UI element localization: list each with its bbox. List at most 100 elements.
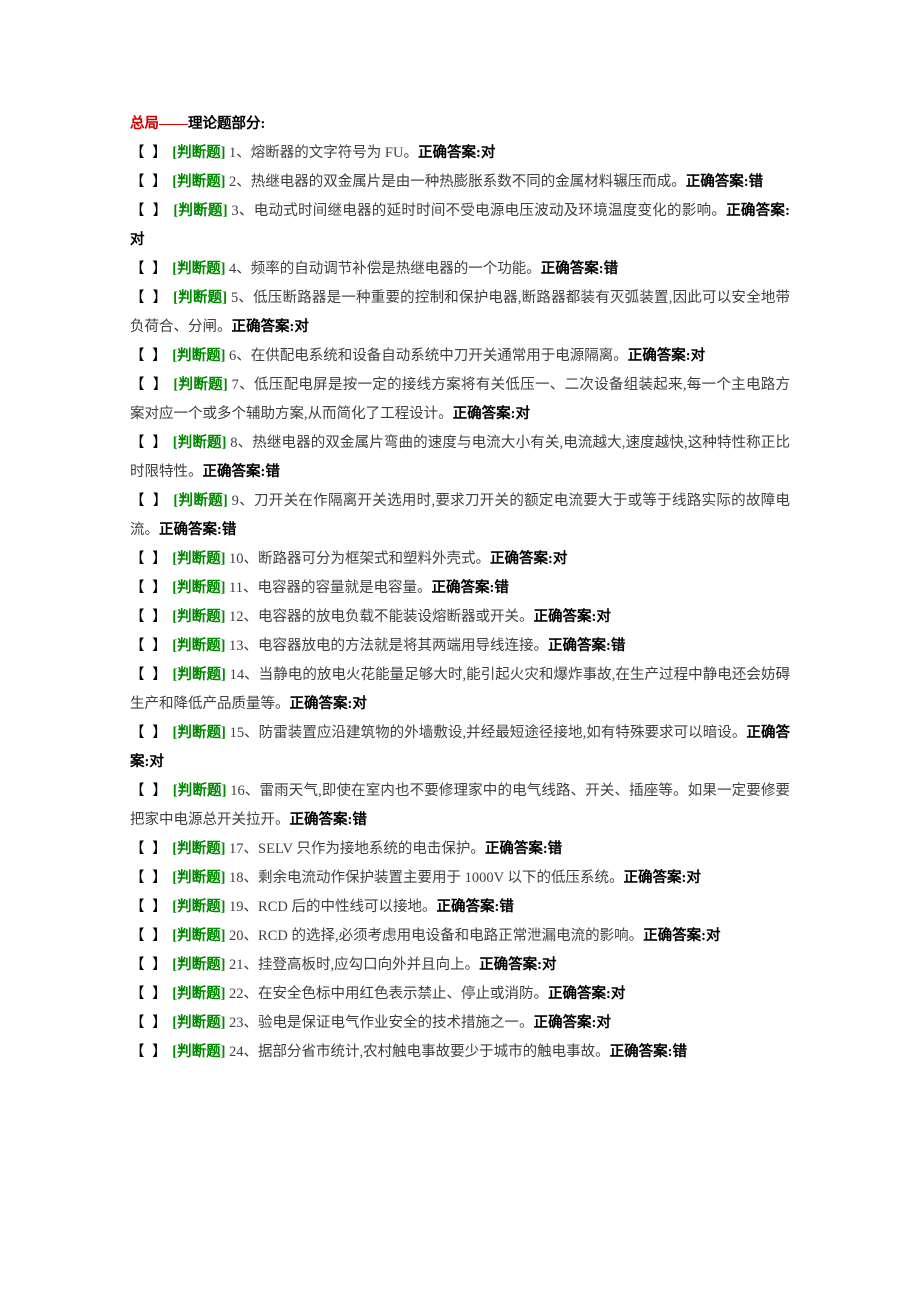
answer-bracket: 【 】: [130, 377, 170, 393]
question-item: 【 】 [判断题] 5、低压断路器是一种重要的控制和保护电器,断路器都装有灭弧装…: [130, 284, 790, 342]
answer-label: 正确答案:: [479, 957, 542, 973]
question-type-tag: [判断题]: [173, 377, 227, 393]
answer-bracket: 【 】: [130, 203, 169, 219]
answer-value: 对: [149, 754, 164, 770]
question-type-tag: [判断题]: [172, 348, 225, 364]
answer-bracket: 【 】: [130, 348, 169, 364]
answer-bracket: 【 】: [130, 493, 170, 509]
question-text: 18、剩余电流动作保护装置主要用于 1000V 以下的低压系统。: [229, 870, 623, 886]
answer-bracket: 【 】: [130, 667, 169, 683]
answer-label: 正确答案:: [490, 551, 553, 567]
question-item: 【 】 [判断题] 1、熔断器的文字符号为 FU。正确答案:对: [130, 139, 790, 168]
answer-bracket: 【 】: [130, 638, 169, 654]
question-type-tag: [判断题]: [172, 1044, 225, 1060]
question-item: 【 】 [判断题] 24、据部分省市统计,农村触电事故要少于城市的触电事故。正确…: [130, 1038, 790, 1067]
question-type-tag: [判断题]: [172, 841, 225, 857]
answer-value: 错: [548, 841, 563, 857]
answer-value: 错: [494, 580, 509, 596]
answer-value: 错: [222, 522, 237, 538]
question-type-tag: [判断题]: [172, 667, 225, 683]
answer-bracket: 【 】: [130, 928, 169, 944]
answer-label: 正确答案:: [232, 319, 295, 335]
question-type-tag: [判断题]: [172, 580, 225, 596]
question-item: 【 】 [判断题] 22、在安全色标中用红色表示禁止、停止或消防。正确答案:对: [130, 980, 790, 1009]
answer-label: 正确答案:: [290, 696, 353, 712]
question-item: 【 】 [判断题] 21、挂登高板时,应勾口向外并且向上。正确答案:对: [130, 951, 790, 980]
answer-bracket: 【 】: [130, 957, 169, 973]
question-list: 【 】 [判断题] 1、熔断器的文字符号为 FU。正确答案:对【 】 [判断题]…: [130, 139, 790, 1067]
question-text: 4、频率的自动调节补偿是热继电器的一个功能。: [229, 261, 541, 277]
answer-label: 正确答案:: [453, 406, 516, 422]
question-text: 21、挂登高板时,应勾口向外并且向上。: [229, 957, 479, 973]
question-text: 22、在安全色标中用红色表示禁止、停止或消防。: [229, 986, 548, 1002]
answer-value: 对: [691, 348, 706, 364]
question-text: 2、热继电器的双金属片是由一种热膨胀系数不同的金属材料辗压而成。: [229, 174, 686, 190]
question-text: 19、RCD 后的中性线可以接地。: [229, 899, 436, 915]
question-item: 【 】 [判断题] 15、防雷装置应沿建筑物的外墙敷设,并经最短途径接地,如有特…: [130, 719, 790, 777]
answer-label: 正确答案:: [432, 580, 495, 596]
answer-value: 错: [265, 464, 280, 480]
answer-value: 对: [596, 609, 611, 625]
answer-value: 错: [499, 899, 514, 915]
question-item: 【 】 [判断题] 13、电容器放电的方法就是将其两端用导线连接。正确答案:错: [130, 632, 790, 661]
question-type-tag: [判断题]: [172, 725, 225, 741]
answer-value: 对: [294, 319, 309, 335]
answer-bracket: 【 】: [130, 1015, 169, 1031]
answer-bracket: 【 】: [130, 986, 169, 1002]
answer-label: 正确答案:: [485, 841, 548, 857]
question-type-tag: [判断题]: [172, 174, 225, 190]
question-type-tag: [判断题]: [173, 203, 227, 219]
answer-bracket: 【 】: [130, 725, 169, 741]
answer-label: 正确答案:: [203, 464, 266, 480]
section-title: 总局——理论题部分:: [130, 110, 790, 139]
question-item: 【 】 [判断题] 12、电容器的放电负载不能装设熔断器或开关。正确答案:对: [130, 603, 790, 632]
question-text: 24、据部分省市统计,农村触电事故要少于城市的触电事故。: [229, 1044, 610, 1060]
question-type-tag: [判断题]: [172, 899, 225, 915]
question-type-tag: [判断题]: [172, 609, 225, 625]
answer-bracket: 【 】: [130, 609, 169, 625]
question-item: 【 】 [判断题] 17、SELV 只作为接地系统的电击保护。正确答案:错: [130, 835, 790, 864]
question-item: 【 】 [判断题] 19、RCD 后的中性线可以接地。正确答案:错: [130, 893, 790, 922]
answer-label: 正确答案:: [534, 1015, 597, 1031]
answer-value: 错: [352, 812, 367, 828]
question-item: 【 】 [判断题] 4、频率的自动调节补偿是热继电器的一个功能。正确答案:错: [130, 255, 790, 284]
answer-value: 对: [130, 232, 145, 248]
question-item: 【 】 [判断题] 18、剩余电流动作保护装置主要用于 1000V 以下的低压系…: [130, 864, 790, 893]
question-item: 【 】 [判断题] 20、RCD 的选择,必须考虑用电设备和电路正常泄漏电流的影…: [130, 922, 790, 951]
question-item: 【 】 [判断题] 16、雷雨天气,即使在室内也不要修理家中的电气线路、开关、插…: [130, 777, 790, 835]
answer-label: 正确答案:: [726, 203, 790, 219]
answer-value: 错: [749, 174, 764, 190]
answer-bracket: 【 】: [130, 870, 169, 886]
answer-label: 正确答案:: [159, 522, 222, 538]
answer-label: 正确答案:: [418, 145, 481, 161]
question-item: 【 】 [判断题] 14、当静电的放电火花能量足够大时,能引起火灾和爆炸事故,在…: [130, 661, 790, 719]
question-type-tag: [判断题]: [172, 928, 225, 944]
answer-bracket: 【 】: [130, 783, 169, 799]
section-title-black: 理论题部分:: [188, 116, 265, 132]
question-item: 【 】 [判断题] 9、刀开关在作隔离开关选用时,要求刀开关的额定电流要大于或等…: [130, 487, 790, 545]
answer-label: 正确答案:: [548, 638, 611, 654]
answer-bracket: 【 】: [130, 1044, 169, 1060]
question-text: 5、低压断路器是一种重要的控制和保护电器,断路器都装有灭弧装置,因此可以安全地带…: [130, 290, 790, 335]
question-type-tag: [判断题]: [172, 638, 225, 654]
answer-label: 正确答案:: [534, 609, 597, 625]
question-type-tag: [判断题]: [173, 493, 227, 509]
question-type-tag: [判断题]: [172, 551, 225, 567]
answer-bracket: 【 】: [130, 841, 169, 857]
question-type-tag: [判断题]: [172, 261, 225, 277]
answer-label: 正确答案:: [437, 899, 500, 915]
question-item: 【 】 [判断题] 6、在供配电系统和设备自动系统中刀开关通常用于电源隔离。正确…: [130, 342, 790, 371]
question-text: 16、雷雨天气,即使在室内也不要修理家中的电气线路、开关、插座等。如果一定要修要…: [130, 783, 790, 828]
answer-bracket: 【 】: [130, 899, 169, 915]
question-type-tag: [判断题]: [172, 1015, 225, 1031]
question-text: 13、电容器放电的方法就是将其两端用导线连接。: [229, 638, 548, 654]
answer-value: 对: [686, 870, 701, 886]
question-text: 20、RCD 的选择,必须考虑用电设备和电路正常泄漏电流的影响。: [229, 928, 643, 944]
question-item: 【 】 [判断题] 10、断路器可分为框架式和塑料外壳式。正确答案:对: [130, 545, 790, 574]
question-type-tag: [判断题]: [172, 145, 225, 161]
question-text: 14、当静电的放电火花能量足够大时,能引起火灾和爆炸事故,在生产过程中静电还会妨…: [130, 667, 790, 712]
question-item: 【 】 [判断题] 8、热继电器的双金属片弯曲的速度与电流大小有关,电流越大,速…: [130, 429, 790, 487]
answer-label: 正确答案:: [686, 174, 749, 190]
answer-label: 正确答案:: [290, 812, 353, 828]
answer-value: 对: [596, 1015, 611, 1031]
